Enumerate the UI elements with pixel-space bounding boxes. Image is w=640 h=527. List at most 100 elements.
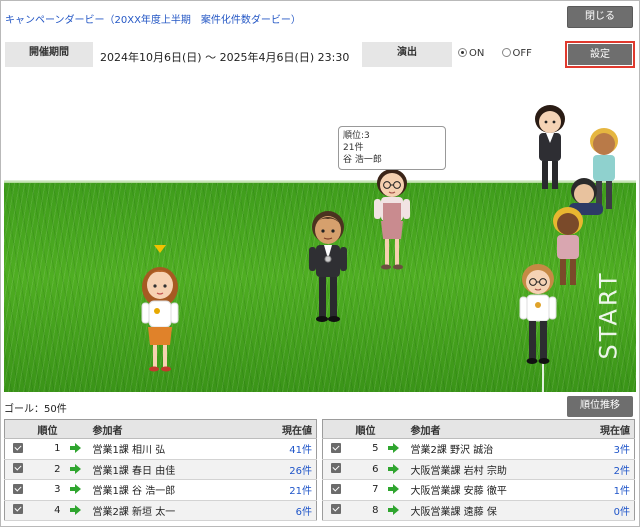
- period-value: 2024年10月6日(日) ～ 2025年4月6日(日) 23:30: [100, 51, 350, 64]
- row-arrow-cell: [382, 438, 405, 460]
- row-checkbox[interactable]: [330, 483, 341, 494]
- row-arrow-cell: [382, 500, 405, 521]
- row-participant: 営業2課 野沢 誠治: [404, 438, 557, 460]
- goal-row: ゴール：50件 順位推移: [1, 396, 639, 418]
- header-participant: 参加者: [86, 419, 239, 439]
- row-check-cell: [322, 500, 349, 521]
- tooltip-name: 谷 浩一郎: [343, 155, 382, 165]
- row-rank: 2: [30, 459, 65, 480]
- row-check-cell: [4, 459, 31, 480]
- table-row: 3 営業1課 谷 浩一郎 21件: [4, 479, 317, 501]
- table-row: 4 営業2課 新垣 太一 6件: [4, 500, 317, 521]
- settings-button-label: 設定: [568, 44, 632, 65]
- avatar-rank-2[interactable]: [300, 203, 356, 327]
- effect-on-radio[interactable]: [458, 48, 467, 57]
- row-current-value-link[interactable]: 3件: [614, 445, 630, 456]
- header-arrow: [382, 419, 405, 439]
- row-participant: 大阪営業課 遠藤 保: [404, 500, 557, 521]
- green-arrow-icon: [70, 484, 81, 495]
- avatar-rank-1[interactable]: [132, 241, 188, 381]
- effect-off-radio[interactable]: [501, 48, 511, 57]
- row-current-cell: 41件: [238, 438, 317, 460]
- rank-tooltip: 順位:3 21件 谷 浩一郎: [338, 126, 446, 170]
- period-label: 開催期間: [5, 42, 93, 67]
- row-current-value-link[interactable]: 6件: [296, 507, 312, 518]
- row-rank: 3: [30, 479, 65, 501]
- row-rank: 5: [348, 438, 383, 460]
- race-stage: START 順位:3 21件 谷 浩一郎: [4, 71, 636, 392]
- avatar-rank-3[interactable]: [364, 163, 420, 279]
- row-participant: 大阪営業課 安藤 徹平: [404, 479, 557, 501]
- row-current-cell: 0件: [556, 500, 635, 521]
- row-participant: 営業1課 春日 由佳: [86, 459, 239, 480]
- row-check-cell: [322, 438, 349, 460]
- row-check-cell: [4, 500, 31, 521]
- green-arrow-icon: [388, 504, 399, 515]
- row-participant: 営業2課 新垣 太一: [86, 500, 239, 521]
- row-current-cell: 6件: [238, 500, 317, 521]
- rank-history-button[interactable]: 順位推移: [567, 396, 633, 417]
- row-rank: 6: [348, 459, 383, 480]
- row-rank: 8: [348, 500, 383, 521]
- header-check: [4, 419, 31, 439]
- avatar-rank-8[interactable]: [542, 203, 594, 295]
- row-rank: 7: [348, 479, 383, 501]
- row-checkbox[interactable]: [12, 483, 23, 494]
- row-arrow-cell: [382, 459, 405, 480]
- table-row: 1 営業1課 相川 弘 41件: [4, 438, 317, 460]
- row-current-value-link[interactable]: 0件: [614, 507, 630, 518]
- green-arrow-icon: [388, 484, 399, 495]
- row-arrow-cell: [64, 500, 87, 521]
- tooltip-rank: 順位:3: [343, 131, 370, 141]
- row-current-value-link[interactable]: 26件: [289, 466, 312, 477]
- row-current-value-link[interactable]: 41件: [289, 445, 312, 456]
- table-row: 6 大阪営業課 岩村 宗助 2件: [322, 459, 635, 480]
- row-checkbox[interactable]: [12, 463, 23, 474]
- row-check-cell: [322, 459, 349, 480]
- row-checkbox[interactable]: [330, 504, 341, 515]
- info-row: 開催期間 2024年10月6日(日) ～ 2025年4月6日(日) 23:30 …: [1, 40, 639, 70]
- row-rank: 4: [30, 500, 65, 521]
- row-arrow-cell: [382, 479, 405, 501]
- green-arrow-icon: [70, 443, 81, 454]
- row-current-value-link[interactable]: 1件: [614, 486, 630, 497]
- close-button[interactable]: 閉じる: [567, 6, 633, 28]
- table-header-row: 順位 参加者 現在値: [322, 419, 635, 439]
- ranking-table-right: 順位 参加者 現在値 5 営業2課 野沢 誠治 3件 6 大阪営業課 岩村 宗助 2件 7 大…: [322, 419, 635, 521]
- settings-button[interactable]: 設定: [565, 41, 635, 68]
- header-current: 現在値: [238, 419, 317, 439]
- ranking-rows-right: 5 営業2課 野沢 誠治 3件 6 大阪営業課 岩村 宗助 2件 7 大阪営業課 安藤 徹平 1…: [322, 438, 635, 521]
- green-arrow-icon: [70, 504, 81, 515]
- green-arrow-icon: [70, 463, 81, 474]
- goal-text: ゴール：50件: [4, 404, 67, 415]
- row-checkbox[interactable]: [12, 442, 23, 453]
- row-current-cell: 3件: [556, 438, 635, 460]
- green-arrow-icon: [388, 463, 399, 474]
- row-current-value-link[interactable]: 2件: [614, 466, 630, 477]
- row-current-cell: 2件: [556, 459, 635, 480]
- row-check-cell: [4, 438, 31, 460]
- row-current-value-link[interactable]: 21件: [289, 486, 312, 497]
- row-current-cell: 26件: [238, 459, 317, 480]
- table-row: 7 大阪営業課 安藤 徹平 1件: [322, 479, 635, 501]
- header-bar: キャンペーンダービー（20XX年度上半期 案件化件数ダービー） 閉じる: [1, 1, 639, 37]
- row-current-cell: 21件: [238, 479, 317, 501]
- row-arrow-cell: [64, 438, 87, 460]
- header-participant: 参加者: [404, 419, 557, 439]
- table-row: 5 営業2課 野沢 誠治 3件: [322, 438, 635, 460]
- row-checkbox[interactable]: [12, 504, 23, 515]
- start-label: START: [594, 270, 623, 360]
- header-rank: 順位: [348, 419, 383, 439]
- table-header-row: 順位 参加者 現在値: [4, 419, 317, 439]
- row-participant: 営業1課 相川 弘: [86, 438, 239, 460]
- effect-on-label: ON: [469, 48, 485, 59]
- green-arrow-icon: [388, 443, 399, 454]
- row-check-cell: [4, 479, 31, 501]
- row-check-cell: [322, 479, 349, 501]
- tooltip-count: 21件: [343, 143, 364, 153]
- row-current-cell: 1件: [556, 479, 635, 501]
- header-current: 現在値: [556, 419, 635, 439]
- row-checkbox[interactable]: [330, 442, 341, 453]
- row-arrow-cell: [64, 459, 87, 480]
- row-checkbox[interactable]: [330, 463, 341, 474]
